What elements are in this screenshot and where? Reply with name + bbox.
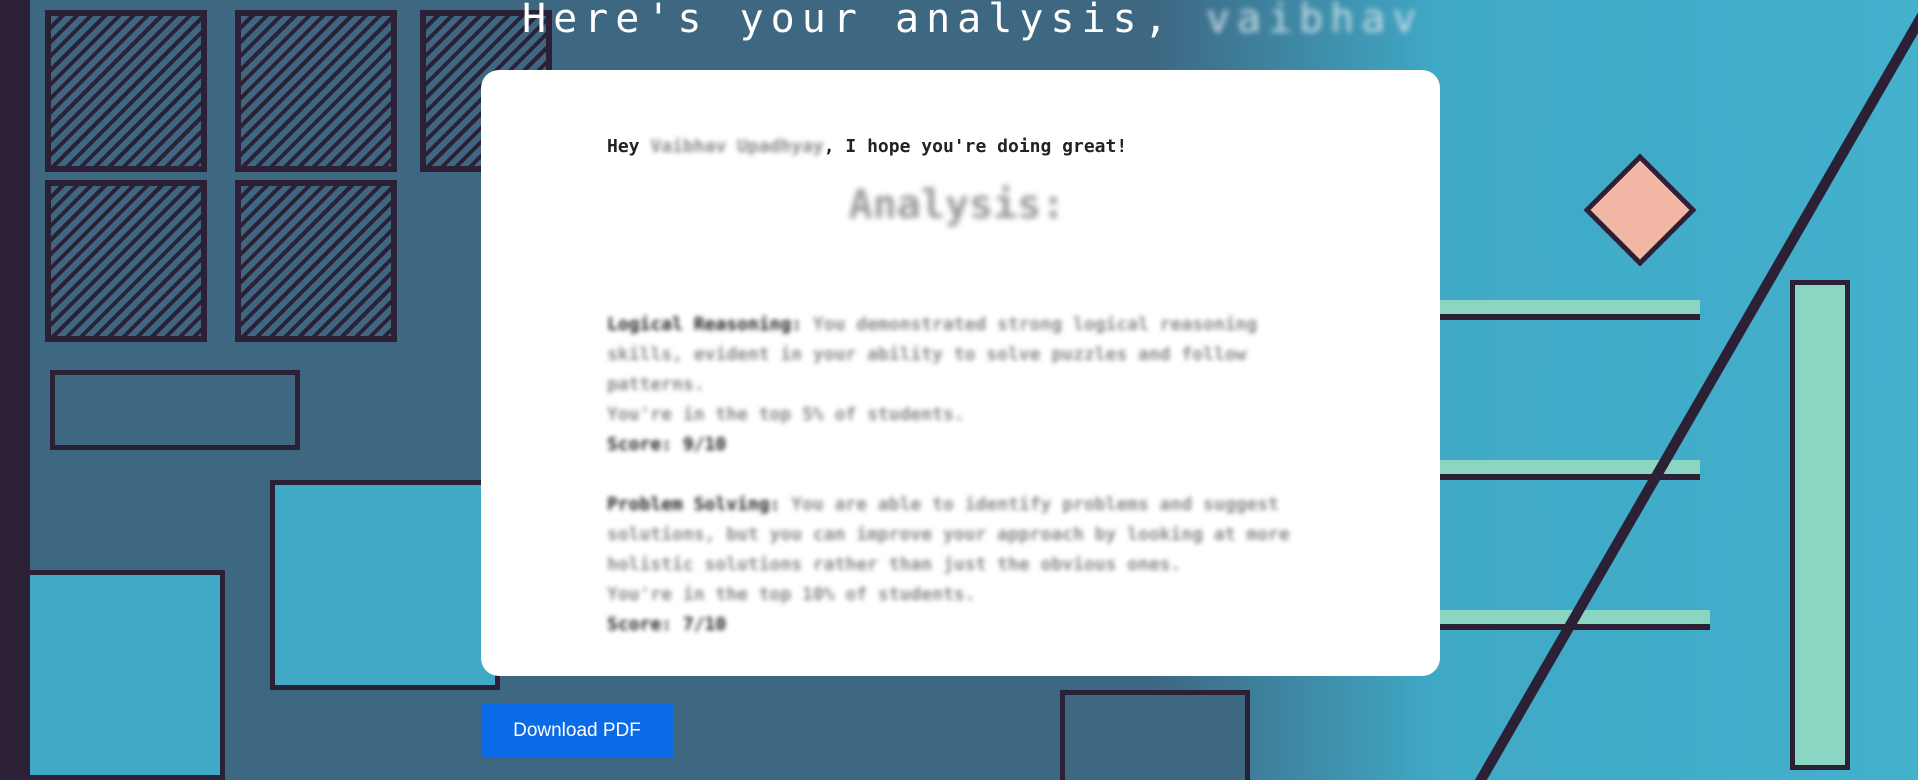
analysis-section: Logical Reasoning: You demonstrated stro… — [607, 314, 1258, 455]
analysis-card: Hey Vaibhav Upadhyay, I hope you're doin… — [481, 70, 1440, 676]
page-title: Here's your analysis, vaibhav — [522, 0, 1423, 42]
download-pdf-button[interactable]: Download PDF — [481, 703, 673, 758]
analysis-section: Problem Solving: You are able to identif… — [607, 494, 1290, 635]
analysis-heading: Analysis: — [848, 182, 1066, 228]
analysis-letter: Hey Vaibhav Upadhyay, I hope you're doin… — [607, 132, 1307, 670]
greeting: Hey Vaibhav Upadhyay, I hope you're doin… — [607, 136, 1128, 157]
user-name: vaibhav — [1205, 0, 1424, 42]
